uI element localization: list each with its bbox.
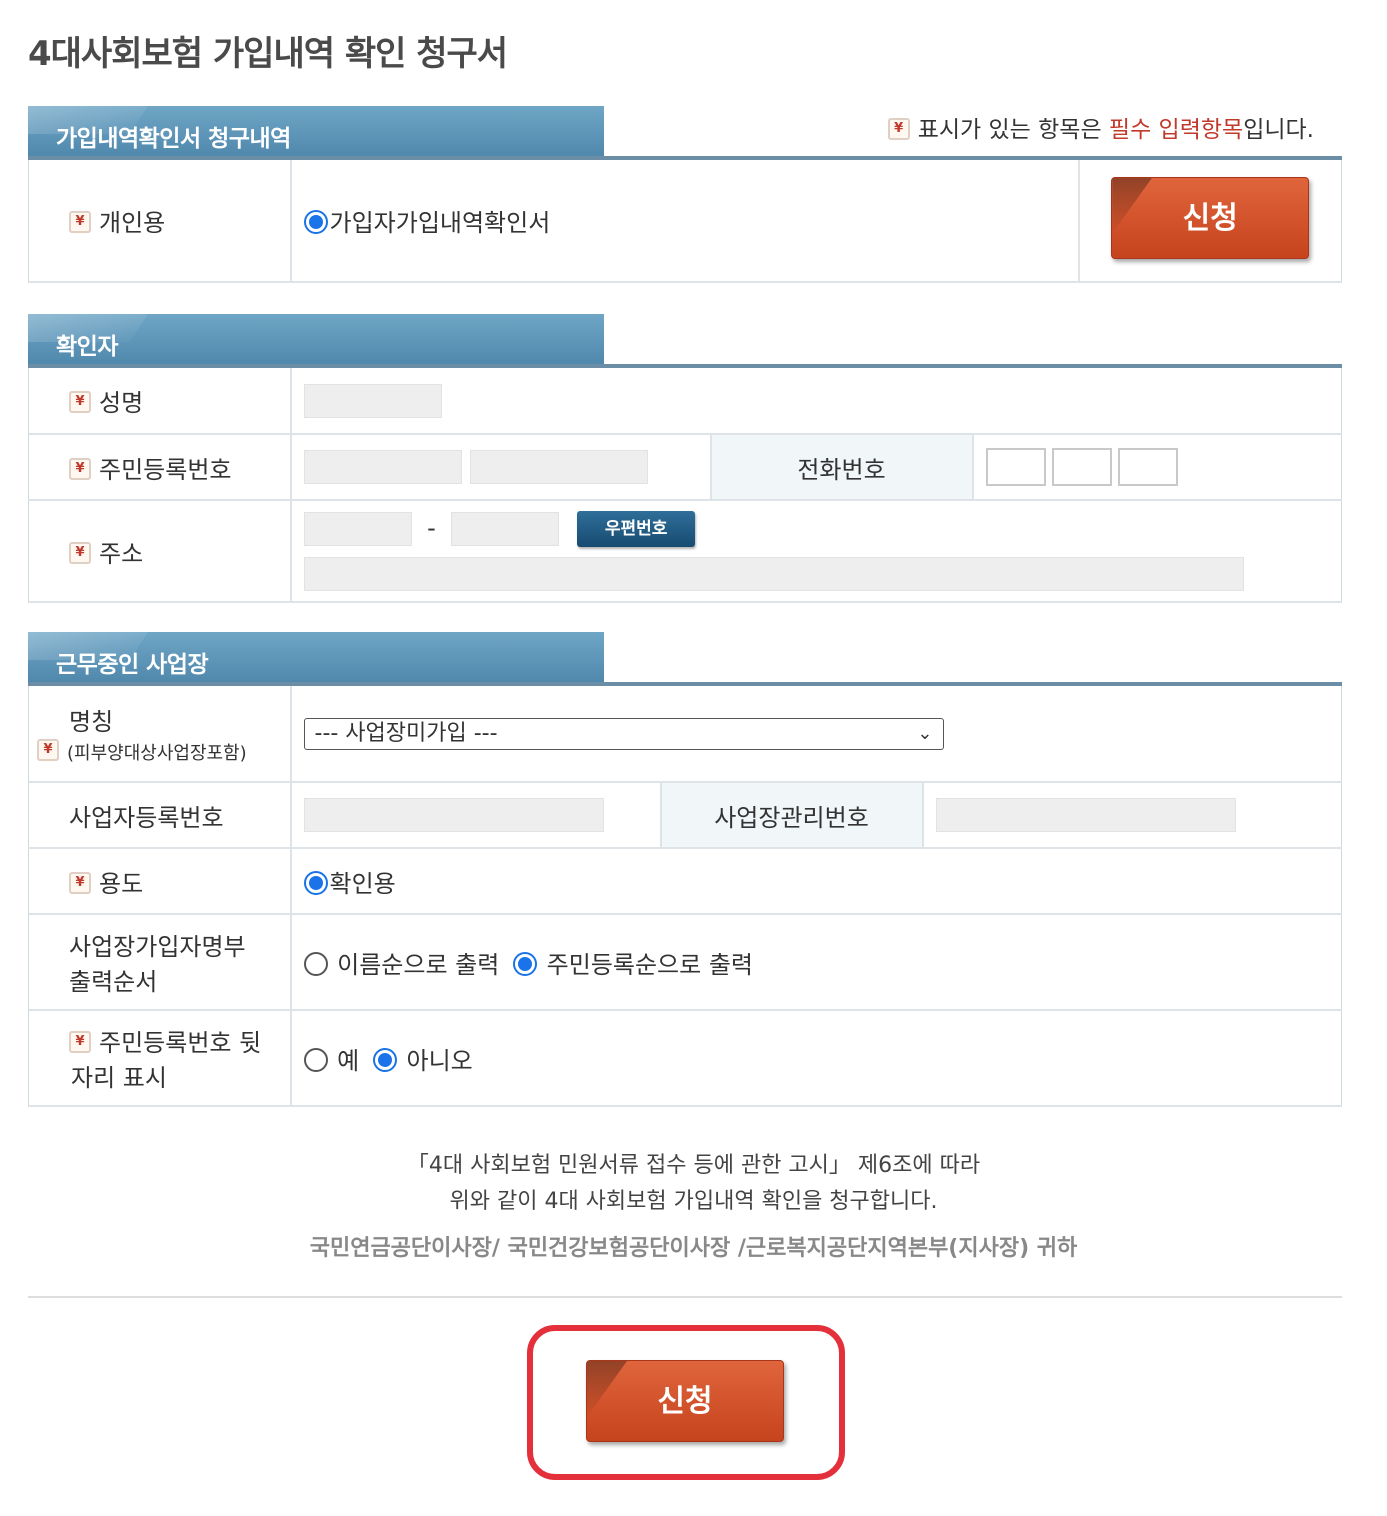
required-icon: ¥ (37, 739, 59, 761)
certificate-type-cell: 가입자가입내역확인서 (290, 160, 1080, 283)
confirmer-section-header: 확인자 (28, 314, 1342, 368)
section-line (28, 156, 1342, 160)
name-input[interactable] (303, 383, 442, 418)
workplace-table: 명칭 ¥ (피부양대상사업장포함) --- 사업장미가입 --- ⌄ 사업자등록번호… (28, 686, 1342, 1107)
order-cell: 이름순으로 출력 주민등록순으로 출력 (290, 914, 1342, 1011)
purpose-label: ¥ 용도 (28, 848, 292, 915)
biz-mgmt-input[interactable] (935, 798, 1236, 832)
confirmer-section: 확인자 ¥ 성명 ¥ 주민등록번호 전화번호 ¥ 주소 - 우편번호 (28, 314, 1342, 603)
required-icon: ¥ (69, 457, 91, 480)
section-line (28, 364, 1342, 368)
required-icon: ¥ (69, 211, 91, 233)
phone-label: 전화번호 (710, 434, 974, 501)
workplace-cell: --- 사업장미가입 --- ⌄ (290, 686, 1342, 783)
rrn-show-yes-radio[interactable] (303, 1047, 328, 1072)
chevron-down-icon: ⌄ (917, 722, 933, 744)
phone-input-2[interactable] (1051, 448, 1112, 486)
required-icon: ¥ (69, 391, 91, 413)
phone-cell (972, 434, 1342, 501)
notice-line-3: 국민연금공단이사장/ 국민건강보험공단이사장 /근로복지공단지역본부(지사장) … (309, 1236, 1078, 1261)
biz-reg-cell (290, 782, 662, 849)
submit-button[interactable]: 신청 (586, 1360, 784, 1442)
rrn-back-input[interactable] (469, 450, 648, 484)
biz-mgmt-label: 사업장관리번호 (660, 782, 924, 849)
required-icon: ¥ (887, 117, 910, 140)
workplace-section: 근무중인 사업장 명칭 ¥ (피부양대상사업장포함) --- 사업장미가입 ---… (28, 632, 1342, 1107)
claim-section-title: 가입내역확인서 청구내역 (28, 106, 604, 160)
phone-input-3[interactable] (1117, 448, 1178, 486)
workplace-label: 명칭 ¥ (피부양대상사업장포함) (28, 686, 292, 783)
phone-input-1[interactable] (985, 448, 1046, 486)
claim-section-header: 가입내역확인서 청구내역 ¥ 표시가 있는 항목은 필수 입력항목입니다. (28, 106, 1342, 160)
zip-back-input[interactable] (451, 512, 560, 546)
name-cell (290, 368, 1342, 435)
page-title: 4대사회보험 가입내역 확인 청구서 (28, 34, 508, 74)
submit-wrap: 신청 (586, 1360, 784, 1446)
certificate-radio[interactable] (303, 210, 328, 234)
personal-label: ¥ 개인용 (28, 160, 292, 283)
purpose-cell: 확인용 (290, 848, 1342, 915)
claim-table: ¥ 개인용 가입자가입내역확인서 신청 (28, 160, 1342, 283)
workplace-section-title: 근무중인 사업장 (28, 632, 604, 686)
divider (28, 1296, 1342, 1298)
notice: 「4대 사회보험 민원서류 접수 등에 관한 고시」 제6조에 따라 위와 같이… (0, 1148, 1387, 1262)
confirmer-table: ¥ 성명 ¥ 주민등록번호 전화번호 ¥ 주소 - 우편번호 (28, 368, 1342, 603)
biz-reg-label: 사업자등록번호 (28, 782, 292, 849)
purpose-radio-label: 확인용 (329, 869, 396, 898)
rrn-front-input[interactable] (303, 450, 462, 484)
required-icon: ¥ (69, 541, 91, 564)
biz-mgmt-cell (922, 782, 1342, 849)
claim-section: 가입내역확인서 청구내역 ¥ 표시가 있는 항목은 필수 입력항목입니다. ¥ 개인… (28, 106, 1342, 283)
address-cell: - 우편번호 (290, 500, 1342, 603)
zip-dash: - (427, 514, 436, 542)
required-note: ¥ 표시가 있는 항목은 필수 입력항목입니다. (887, 110, 1314, 144)
purpose-radio[interactable] (303, 870, 328, 895)
rrn-show-no-label: 아니오 (406, 1046, 473, 1075)
order-rrn-label: 주민등록순으로 출력 (546, 950, 753, 979)
name-label: ¥ 성명 (28, 368, 292, 435)
order-name-label: 이름순으로 출력 (337, 950, 500, 979)
order-rrn-radio[interactable] (512, 951, 537, 976)
workplace-select[interactable]: --- 사업장미가입 --- ⌄ (303, 717, 944, 750)
rrn-show-cell: 예 아니오 (290, 1010, 1342, 1107)
rrn-show-no-radio[interactable] (372, 1047, 397, 1072)
zip-front-input[interactable] (303, 512, 412, 546)
notice-line-1: 「4대 사회보험 민원서류 접수 등에 관한 고시」 제6조에 따라 (406, 1153, 981, 1178)
rrn-show-label: ¥ 주민등록번호 뒷 자리 표시 (28, 1010, 292, 1107)
apply-button-top[interactable]: 신청 (1111, 176, 1310, 259)
rrn-label: ¥ 주민등록번호 (28, 434, 292, 501)
section-line (28, 682, 1342, 686)
required-icon: ¥ (69, 1031, 91, 1053)
required-icon: ¥ (69, 871, 91, 894)
workplace-section-header: 근무중인 사업장 (28, 632, 1342, 686)
biz-reg-input[interactable] (303, 798, 604, 832)
certificate-radio-label: 가입자가입내역확인서 (329, 209, 551, 237)
zip-search-button[interactable]: 우편번호 (577, 511, 696, 547)
order-name-radio[interactable] (303, 951, 328, 976)
confirmer-section-title: 확인자 (28, 314, 604, 368)
address-label: ¥ 주소 (28, 500, 292, 603)
order-label: 사업장가입자명부 출력순서 (28, 914, 292, 1011)
address-input[interactable] (303, 557, 1244, 591)
notice-line-2: 위와 같이 4대 사회보험 가입내역 확인을 청구합니다. (449, 1189, 938, 1214)
rrn-cell (290, 434, 712, 501)
apply-cell: 신청 (1078, 160, 1342, 283)
rrn-show-yes-label: 예 (337, 1046, 360, 1075)
